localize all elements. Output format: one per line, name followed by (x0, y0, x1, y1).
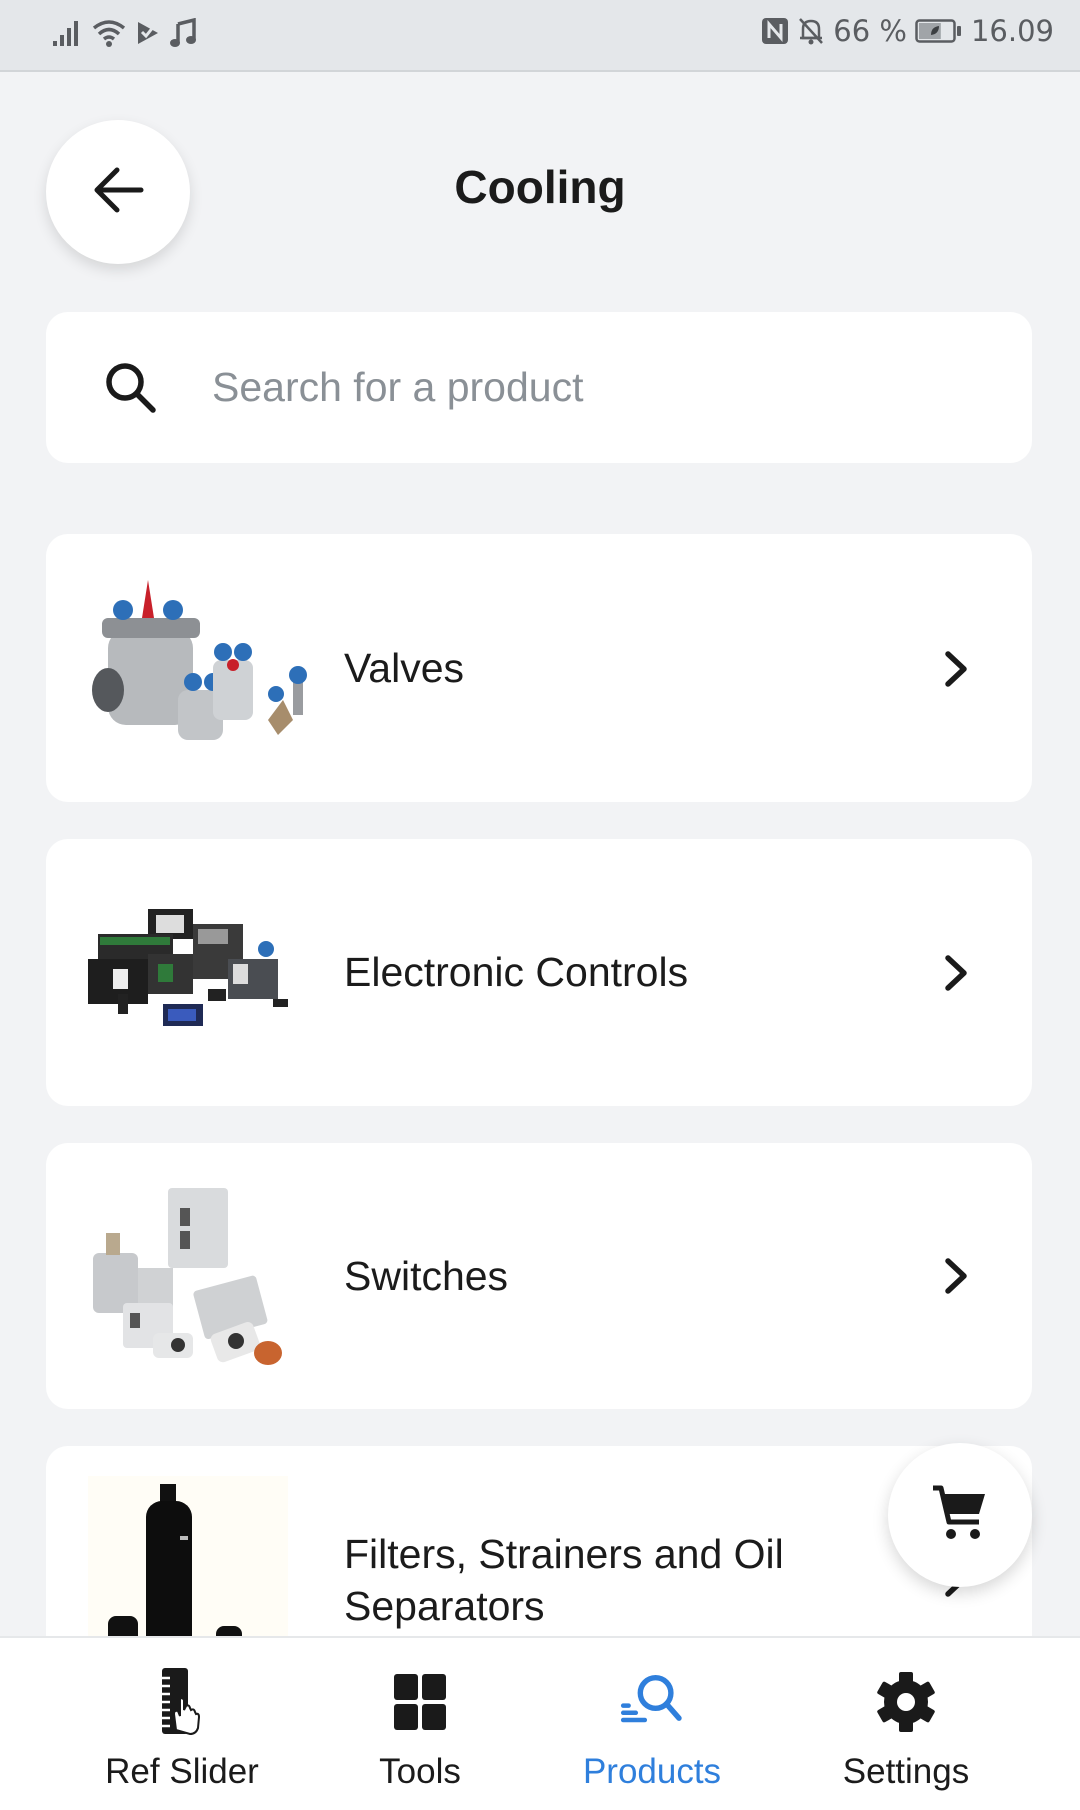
category-card-valves[interactable]: Valves (46, 534, 1032, 802)
signal-icon (52, 19, 82, 47)
ruler-hand-icon (146, 1666, 218, 1738)
nav-item-products[interactable]: Products (552, 1638, 752, 1810)
valves-product-image (68, 570, 318, 780)
category-card-switches[interactable]: Switches (46, 1143, 1032, 1409)
page-title: Cooling (454, 161, 626, 213)
electronic-controls-product-image (68, 869, 318, 1079)
play-store-icon (136, 19, 160, 47)
wifi-icon (92, 19, 126, 47)
chevron-right-icon (932, 948, 982, 998)
cart-button[interactable] (888, 1443, 1032, 1587)
product-search-icon (616, 1666, 688, 1738)
category-card-electronic-controls[interactable]: Electronic Controls (46, 839, 1032, 1106)
category-label: Valves (344, 645, 465, 691)
nav-label: Settings (842, 1752, 970, 1791)
battery-icon (915, 17, 963, 45)
nav-label: Tools (379, 1752, 461, 1791)
category-label: Switches (344, 1253, 509, 1299)
switches-product-image (68, 1173, 318, 1383)
nav-item-ref-slider[interactable]: Ref Slider (82, 1638, 282, 1810)
clock-time: 16.09 (970, 14, 1054, 48)
shopping-cart-icon (929, 1482, 991, 1549)
nfc-icon (761, 16, 789, 46)
nav-label: Ref Slider (105, 1752, 259, 1791)
nav-item-tools[interactable]: Tools (320, 1638, 520, 1810)
category-label: Electronic Controls (344, 949, 689, 995)
nav-item-settings[interactable]: Settings (806, 1638, 1006, 1810)
grid-icon (384, 1666, 456, 1738)
status-left-icons (52, 18, 196, 48)
nav-label: Products (582, 1752, 722, 1791)
chevron-right-icon (932, 1251, 982, 1301)
status-right: 66 % 16.09 (761, 14, 1054, 48)
status-bar: 66 % 16.09 (0, 0, 1080, 72)
category-label: Filters, Strainers and Oil Separators (344, 1531, 784, 1629)
bell-off-icon (797, 16, 825, 46)
gear-icon (870, 1666, 942, 1738)
chevron-right-icon (932, 644, 982, 694)
search-input[interactable] (212, 364, 972, 411)
search-icon (102, 359, 160, 417)
music-note-icon (170, 18, 196, 48)
bottom-navigation: Ref Slider Tools Products Settings (0, 1636, 1080, 1810)
search-bar[interactable] (46, 312, 1032, 463)
battery-percent: 66 % (833, 14, 907, 48)
